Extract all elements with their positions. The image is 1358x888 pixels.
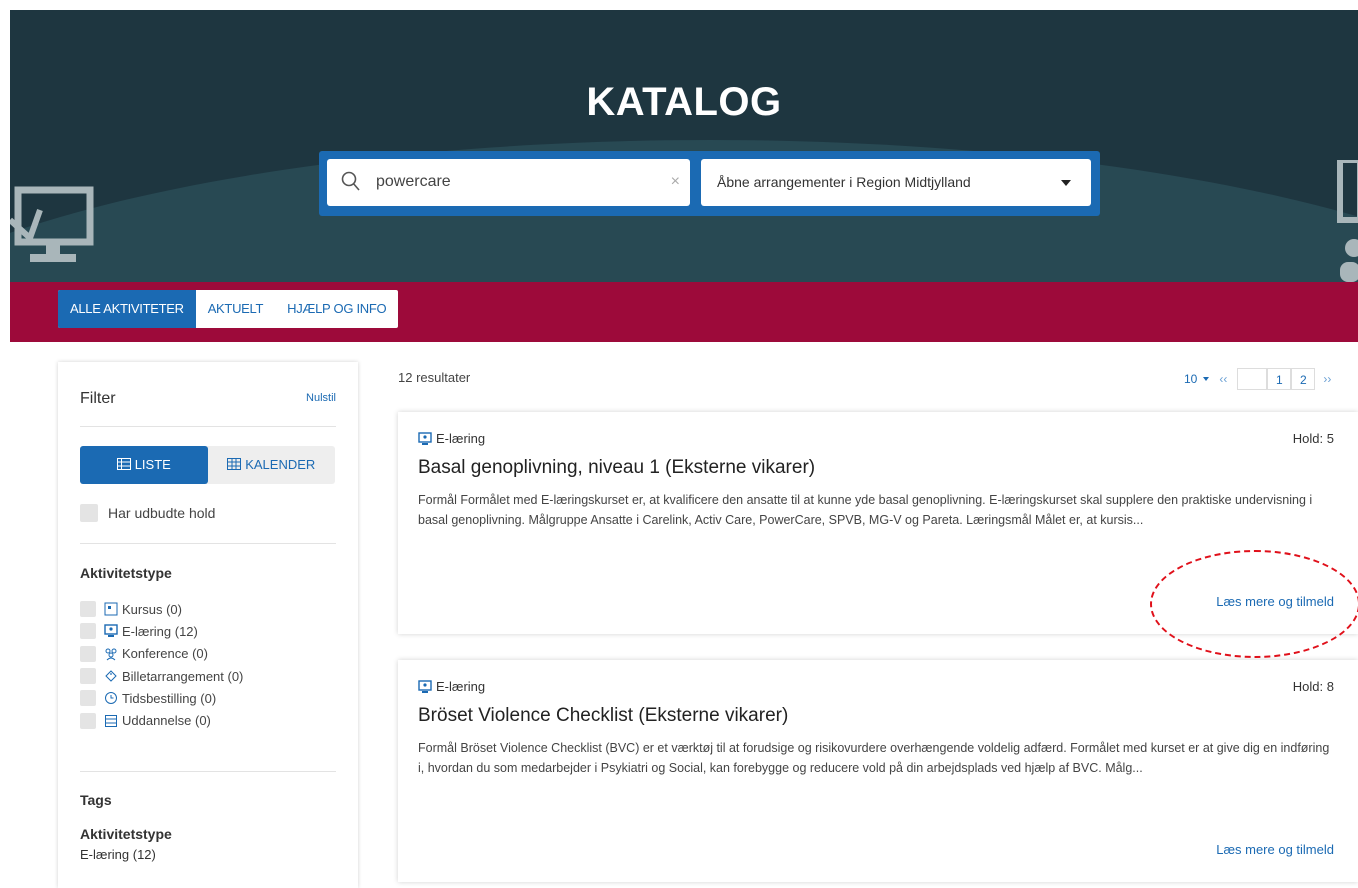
activity-type-title: Aktivitetstype (80, 565, 172, 581)
elearning-icon (104, 624, 118, 638)
filter-elearning[interactable]: E-læring (12) (80, 620, 243, 642)
has-offered-label: Har udbudte hold (108, 505, 216, 521)
card-title[interactable]: Bröset Violence Checklist (Eksterne vika… (418, 705, 788, 727)
person-illustration-icon (1337, 160, 1358, 282)
list-view-button[interactable]: LISTE (80, 446, 208, 484)
card-type: E-læring (418, 679, 485, 694)
ticket-icon (105, 670, 117, 682)
filter-ticket[interactable]: Billetarrangement (0) (80, 665, 243, 687)
filter-elearning-label: E-læring (12) (122, 623, 198, 639)
activity-type-list: Kursus (0) E-læring (12) Konference (0) … (80, 598, 243, 732)
nav-tabs: ALLE AKTIVITETER AKTUELT HJÆLP OG INFO (58, 290, 399, 328)
tags-title: Tags (80, 792, 112, 808)
search-value: powercare (376, 173, 451, 190)
card-type: E-læring (418, 431, 485, 446)
tab-all-activities[interactable]: ALLE AKTIVITETER (58, 290, 196, 328)
card-hold-count: Hold: 8 (1292, 679, 1334, 694)
clear-icon[interactable]: × (671, 173, 680, 191)
filter-education[interactable]: Uddannelse (0) (80, 709, 243, 731)
page-title: KATALOG (586, 80, 782, 124)
reset-filter-link[interactable]: Nulstil (306, 392, 336, 404)
card-type-label: E-læring (436, 431, 486, 446)
has-offered-checkbox[interactable]: Har udbudte hold (80, 504, 215, 522)
region-select[interactable]: Åbne arrangementer i Region Midtjylland (701, 159, 1091, 206)
page-1-button[interactable]: 1 (1267, 368, 1292, 390)
filter-education-label: Uddannelse (0) (122, 713, 211, 729)
checkbox[interactable] (80, 504, 98, 522)
region-select-value: Åbne arrangementer i Region Midtjylland (717, 174, 971, 190)
catalog-header: KATALOG (10, 10, 1358, 282)
filter-conference[interactable]: Konference (0) (80, 643, 243, 665)
search-bar: powercare × Åbne arrangementer i Region … (319, 151, 1100, 216)
filter-course-label: Kursus (0) (122, 601, 182, 617)
filter-course[interactable]: Kursus (0) (80, 598, 243, 620)
prev-page-button[interactable]: ‹‹ (1219, 372, 1227, 386)
clock-icon (105, 692, 117, 705)
card-description: Formål Formålet med E-læringskurset er, … (418, 493, 1313, 527)
card-type-label: E-læring (436, 679, 486, 694)
chevron-down-icon (1061, 180, 1071, 186)
filter-sidebar: Filter Nulstil LISTE KALENDER Har udbudt… (58, 362, 358, 888)
search-icon (341, 171, 360, 191)
checkbox[interactable] (80, 668, 96, 685)
view-toggle: LISTE KALENDER (80, 446, 335, 484)
filter-conference-label: Konference (0) (122, 646, 208, 662)
divider (80, 543, 336, 544)
search-input[interactable]: powercare × (327, 159, 690, 206)
elearning-icon (418, 431, 432, 445)
checkbox[interactable] (80, 645, 96, 662)
calendar-icon (227, 458, 242, 470)
pagination: 10 ‹‹ 1 2 ›› (1184, 368, 1331, 390)
filter-title: Filter (80, 390, 116, 407)
filter-ticket-label: Billetarrangement (0) (122, 668, 244, 684)
elearning-icon (418, 679, 432, 693)
card-description: Formål Bröset Violence Checklist (BVC) e… (418, 741, 1330, 775)
divider (80, 771, 336, 772)
per-page-select[interactable]: 10 (1184, 372, 1197, 386)
education-icon (105, 714, 117, 727)
checkbox[interactable] (80, 601, 96, 618)
monitor-illustration-icon (10, 186, 94, 262)
calendar-view-label: KALENDER (245, 457, 316, 472)
results-count: 12 resultater (398, 370, 471, 385)
chevron-down-icon (1203, 377, 1210, 381)
result-card: E-læring Hold: 8 Bröset Violence Checkli… (398, 660, 1358, 882)
course-icon (104, 602, 118, 616)
filter-booking[interactable]: Tidsbestilling (0) (80, 687, 243, 709)
card-hold-count: Hold: 5 (1292, 431, 1334, 446)
page-2-button[interactable]: 2 (1291, 368, 1316, 390)
tab-news[interactable]: AKTUELT (196, 290, 275, 328)
checkbox[interactable] (80, 690, 96, 707)
filter-booking-label: Tidsbestilling (0) (122, 690, 217, 706)
highlight-annotation (1150, 550, 1358, 658)
nav-bar: ALLE AKTIVITETER AKTUELT HJÆLP OG INFO (10, 282, 1358, 342)
card-title[interactable]: Basal genoplivning, niveau 1 (Eksterne v… (418, 457, 815, 479)
page-blank (1237, 368, 1268, 390)
list-icon (116, 458, 131, 470)
list-view-label: LISTE (134, 457, 171, 472)
checkbox[interactable] (80, 623, 96, 640)
calendar-view-button[interactable]: KALENDER (208, 446, 336, 484)
checkbox[interactable] (80, 712, 96, 729)
tag-value[interactable]: E-læring (12) (80, 847, 156, 862)
tags-group-title: Aktivitetstype (80, 826, 172, 842)
divider (80, 426, 336, 427)
read-more-link[interactable]: Læs mere og tilmeld (1216, 842, 1334, 857)
next-page-button[interactable]: ›› (1323, 372, 1331, 386)
conference-icon (105, 648, 117, 661)
tab-help-info[interactable]: HJÆLP OG INFO (275, 290, 398, 328)
